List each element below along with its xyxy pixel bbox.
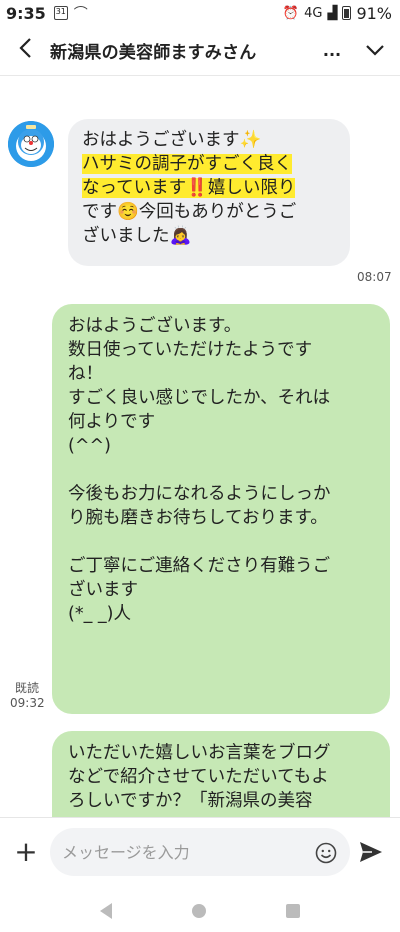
message-line: 今後もお力になれるようにしっか <box>68 484 331 504</box>
nav-home-icon[interactable] <box>192 903 206 918</box>
nav-recent-icon[interactable] <box>286 903 300 918</box>
message-line: ざいました🙇‍♀️ <box>82 226 192 246</box>
back-button[interactable] <box>0 37 50 65</box>
signal-icon: ▟ <box>327 5 338 21</box>
message-line: ね！ <box>68 364 103 384</box>
message-line: (*_ _)人 <box>68 604 131 624</box>
chat-title: 新潟県の美容師ますみさん <box>50 43 257 63</box>
battery-icon <box>342 6 352 20</box>
message-line: おはようございます✨ <box>82 130 262 150</box>
chat-header: 新潟県の美容師ますみさん ... <box>0 26 400 76</box>
avatar[interactable] <box>8 121 54 167</box>
nav-back-icon[interactable] <box>100 902 112 919</box>
incoming-message[interactable]: おはようございます✨ ハサミの調子がすごく良く なっています‼️嬉しい限り です… <box>68 119 350 266</box>
message-line: いただいた嬉しいお言葉をブログ <box>68 743 331 763</box>
send-icon[interactable] <box>358 840 384 864</box>
outgoing-timestamp: 09:32 <box>10 696 45 710</box>
read-receipt: 既読 <box>15 681 40 695</box>
notification-icon: ⌒ <box>73 6 88 22</box>
status-time: 9:35 <box>6 3 46 23</box>
calendar-icon: 31 <box>53 6 68 20</box>
message-line: です☺️今回もありがとうご <box>82 202 297 222</box>
outgoing-message[interactable]: いただいた嬉しいお言葉をブログ などで紹介させていただいてもよ ろしいですか？「… <box>52 731 390 817</box>
message-line: おはようございます。 <box>68 316 242 336</box>
highlighted-text: なっています‼️嬉しい限り <box>82 178 296 198</box>
message-line: (^^) <box>68 436 111 456</box>
message-line: ご丁寧にご連絡くださり有難うご <box>68 556 331 576</box>
more-icon[interactable]: ... <box>314 41 350 60</box>
message-line: すごく良い感じでしたか、それは <box>68 388 331 408</box>
highlighted-text: ハサミの調子がすごく良く <box>82 154 292 174</box>
message-input[interactable] <box>50 828 350 876</box>
message-line: 何よりです <box>68 412 156 432</box>
status-bar: 9:35 31 ⌒ ⏰ 4G ▟ 91% <box>0 0 400 26</box>
message-line: 数日使っていただけたようです <box>68 340 313 360</box>
outgoing-message[interactable]: おはようございます。 数日使っていただけたようです ね！ すごく良い感じでしたか… <box>52 304 390 714</box>
plus-icon[interactable]: + <box>14 838 38 866</box>
message-line: ろしいですか？「新潟県の美容 <box>68 791 313 811</box>
network-label: 4G <box>304 5 323 21</box>
emoji-icon[interactable] <box>315 842 337 864</box>
chevron-down-icon <box>366 45 384 56</box>
chat-area[interactable]: おはようございます✨ ハサミの調子がすごく良く なっています‼️嬉しい限り です… <box>0 77 400 817</box>
message-input-bar: + <box>0 817 400 889</box>
alarm-icon: ⏰ <box>282 5 300 21</box>
message-line: などで紹介させていただいてもよ <box>68 767 329 787</box>
system-nav-bar <box>0 889 400 932</box>
menu-toggle-button[interactable] <box>350 41 400 60</box>
incoming-timestamp: 08:07 <box>357 270 392 284</box>
back-icon <box>19 37 31 58</box>
battery-percent: 91% <box>356 3 392 23</box>
message-line: り腕も磨きお待ちしております。 <box>68 508 328 528</box>
message-line: ざいます <box>68 580 138 600</box>
